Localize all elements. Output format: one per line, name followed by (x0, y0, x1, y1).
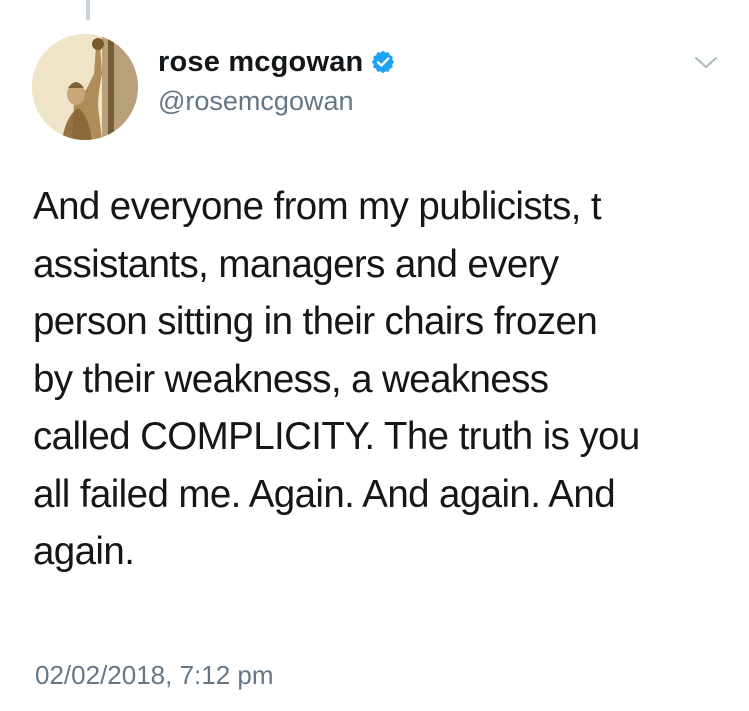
tweet-text-line: person sitting in their chairs frozen (33, 300, 598, 343)
tweet-timestamp[interactable]: 02/02/2018, 7:12 pm (35, 660, 274, 691)
chevron-down-icon[interactable] (692, 52, 720, 72)
tweet-text-line: all failed me. Again. And again. And (33, 472, 616, 516)
tweet-text-line: by their weakness, a weakness (33, 357, 549, 401)
tweet-text-line: called COMPLICITY. The truth is you (33, 415, 640, 458)
user-handle[interactable]: @rosemcgowan (158, 86, 395, 117)
name-row: rose mcgowan (158, 44, 395, 80)
thread-connector-line (86, 0, 90, 20)
tweet-text-line: assistants, managers and every (33, 242, 559, 286)
avatar[interactable] (32, 34, 138, 140)
tweet-text-line: again. (33, 530, 135, 573)
tweet-body: And everyone from my publicists, t assis… (33, 178, 733, 581)
display-name[interactable]: rose mcgowan (158, 46, 363, 79)
avatar-image (32, 34, 138, 140)
tweet-header: rose mcgowan @rosemcgowan (158, 44, 395, 117)
verified-badge-icon (371, 50, 395, 74)
tweet-text-line: And everyone from my publicists, t (33, 185, 602, 228)
